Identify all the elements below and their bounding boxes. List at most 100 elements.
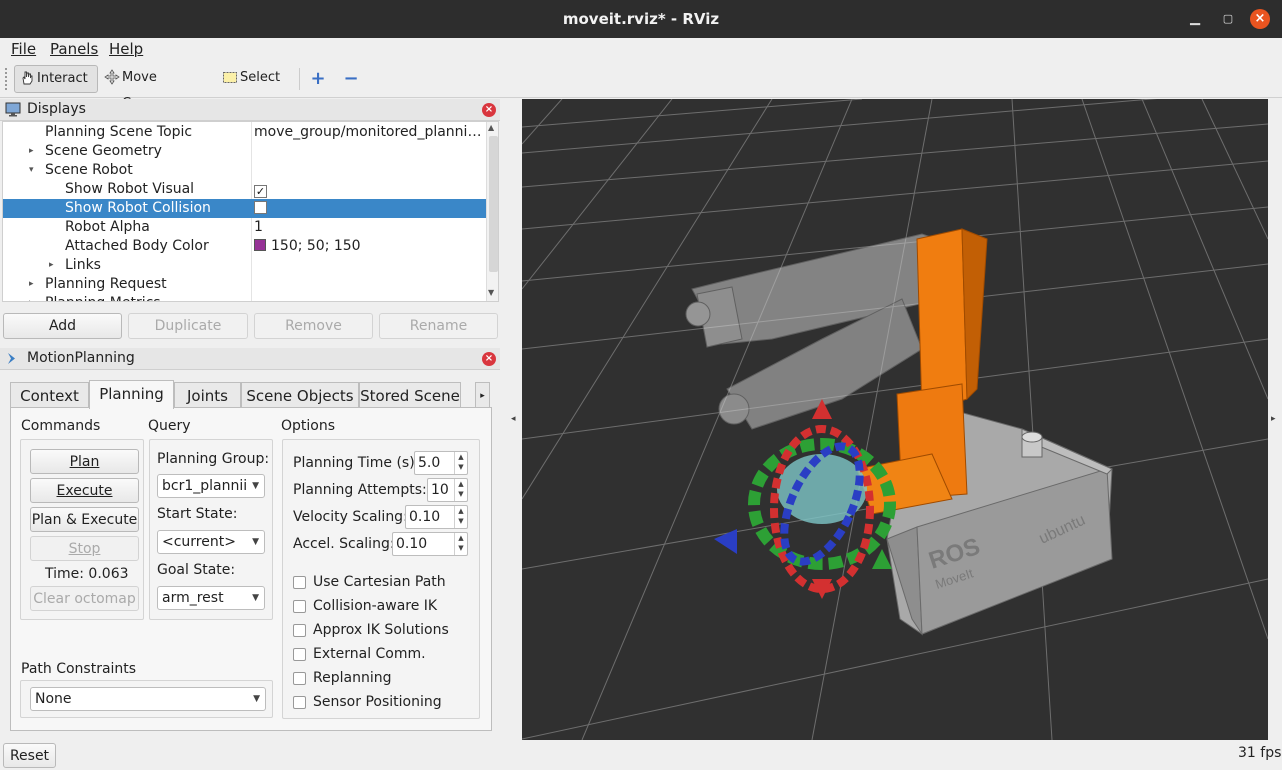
scroll-up-icon[interactable]: ▲	[488, 123, 494, 132]
tree-row-value[interactable]: 150; 50; 150	[254, 237, 361, 256]
tree-row-label: Planning Metrics	[45, 294, 161, 301]
rename-display-button[interactable]: Rename	[379, 313, 498, 339]
hand-pointer-icon	[22, 71, 33, 85]
tree-row-value[interactable]: 1	[254, 218, 263, 237]
spin-arrows-icon[interactable]: ▲ ▼	[454, 506, 467, 528]
accel-scaling-spinbox[interactable]: 0.10 ▲ ▼	[392, 532, 468, 556]
tree-row-label: Planning Request	[45, 276, 167, 292]
3d-scene[interactable]: ROS MoveIt ubuntu	[522, 99, 1268, 740]
checkbox-empty-icon[interactable]	[254, 201, 267, 214]
select-tool[interactable]: Select	[218, 65, 288, 93]
approx-ik-solutions-checkbox[interactable]: Approx IK Solutions	[293, 621, 449, 639]
show-robot-visual-checkbox[interactable]: ✓	[254, 180, 267, 199]
tree-row-label: Scene Geometry	[45, 143, 162, 159]
sensor-positioning-checkbox[interactable]: Sensor Positioning	[293, 693, 442, 711]
accel-scaling-label: Accel. Scaling:	[293, 536, 395, 552]
remove-display-button[interactable]: Remove	[254, 313, 373, 339]
collapse-right-icon[interactable]: ▸	[1271, 414, 1276, 424]
add-tool-icon[interactable]: +	[308, 70, 328, 90]
duplicate-display-button[interactable]: Duplicate	[128, 313, 248, 339]
clear-octomap-button[interactable]: Clear octomap	[30, 586, 139, 611]
scrollbar-thumb[interactable]	[489, 136, 498, 272]
tree-row-planning-metrics[interactable]: ▸ Planning Metrics	[3, 294, 486, 301]
tree-row-scene-robot[interactable]: ▾ Scene Robot	[3, 161, 486, 180]
external-comm-checkbox[interactable]: External Comm.	[293, 645, 426, 663]
reset-button[interactable]: Reset	[3, 743, 56, 768]
tree-row-label: Links	[65, 257, 101, 273]
query-heading: Query	[148, 418, 191, 434]
execute-button[interactable]: Execute	[30, 478, 139, 503]
path-constraints-label: Path Constraints	[21, 661, 137, 677]
start-state-select[interactable]: <current> ▼	[157, 530, 265, 554]
3d-viewport[interactable]: ROS MoveIt ubuntu	[522, 99, 1268, 740]
plan-execute-button[interactable]: Plan & Execute	[30, 507, 139, 532]
checkbox-label: External Comm.	[313, 646, 426, 662]
checkmark-icon[interactable]: ✓	[254, 185, 267, 198]
expand-arrow-icon[interactable]: ▸	[29, 142, 34, 161]
path-constraints-select[interactable]: None ▼	[30, 687, 266, 711]
remove-tool-icon[interactable]: −	[341, 70, 361, 90]
spin-arrows-icon[interactable]: ▲ ▼	[454, 479, 467, 501]
expand-arrow-icon[interactable]: ▸	[29, 275, 34, 294]
tree-row-links[interactable]: ▸ Links	[3, 256, 486, 275]
tab-scroll-right-icon[interactable]: ▸	[475, 382, 490, 408]
spin-arrows-icon[interactable]: ▲ ▼	[454, 533, 467, 555]
tab-context[interactable]: Context	[10, 382, 89, 408]
tree-row-planning-request[interactable]: ▸ Planning Request	[3, 275, 486, 294]
show-robot-collision-checkbox[interactable]	[254, 199, 267, 218]
spin-arrows-icon[interactable]: ▲ ▼	[454, 452, 467, 474]
displays-close-icon[interactable]: ×	[482, 103, 496, 117]
scroll-down-icon[interactable]: ▼	[488, 288, 494, 297]
tree-row-show-robot-collision[interactable]: Show Robot Collision	[3, 199, 486, 218]
planning-attempts-spinbox[interactable]: 10 ▲ ▼	[427, 478, 468, 502]
checkbox-icon[interactable]	[293, 576, 306, 589]
tab-scene-objects[interactable]: Scene Objects	[241, 382, 359, 408]
color-swatch[interactable]	[254, 239, 266, 251]
displays-panel-header: Displays ×	[0, 99, 500, 121]
collapse-left-icon[interactable]: ◂	[511, 414, 516, 424]
tree-row-robot-alpha[interactable]: Robot Alpha 1	[3, 218, 486, 237]
tree-row-planning-scene-topic[interactable]: Planning Scene Topic move_group/monitore…	[3, 123, 486, 142]
minimize-icon[interactable]: ▁	[1185, 9, 1205, 29]
toolbar-grip[interactable]	[5, 68, 9, 90]
plan-time-text: Time: 0.063	[45, 566, 129, 582]
checkbox-icon[interactable]	[293, 624, 306, 637]
tree-row-scene-geometry[interactable]: ▸ Scene Geometry	[3, 142, 486, 161]
checkbox-icon[interactable]	[293, 600, 306, 613]
planning-time-spinbox[interactable]: 5.0 ▲ ▼	[414, 451, 468, 475]
collision-aware-ik-checkbox[interactable]: Collision-aware IK	[293, 597, 437, 615]
tab-planning[interactable]: Planning	[89, 380, 174, 409]
collapse-arrow-icon[interactable]: ▾	[29, 161, 34, 180]
use-cartesian-path-checkbox[interactable]: Use Cartesian Path	[293, 573, 446, 591]
motion-planning-close-icon[interactable]: ×	[482, 352, 496, 366]
checkbox-icon[interactable]	[293, 648, 306, 661]
displays-scrollbar[interactable]: ▲ ▼	[486, 122, 498, 301]
expand-arrow-icon[interactable]: ▸	[29, 294, 34, 301]
menu-bar: File Panels Help	[0, 38, 1282, 60]
checkbox-icon[interactable]	[293, 696, 306, 709]
planning-group-select[interactable]: bcr1_plannii ▼	[157, 474, 265, 498]
maximize-icon[interactable]: ▢	[1218, 9, 1238, 29]
tab-stored-scene[interactable]: Stored Scene	[359, 382, 461, 408]
close-icon[interactable]: ×	[1250, 9, 1270, 29]
tree-row-label: Robot Alpha	[65, 219, 150, 235]
tree-row-value[interactable]: move_group/monitored_planni…	[254, 123, 481, 142]
select-box-icon	[223, 72, 237, 83]
expand-arrow-icon[interactable]: ▸	[49, 256, 54, 275]
tree-row-show-robot-visual[interactable]: Show Robot Visual ✓	[3, 180, 486, 199]
velocity-scaling-spinbox[interactable]: 0.10 ▲ ▼	[405, 505, 468, 529]
goal-state-select[interactable]: arm_rest ▼	[157, 586, 265, 610]
interact-tool[interactable]: Interact	[14, 65, 98, 93]
checkbox-icon[interactable]	[293, 672, 306, 685]
stop-button[interactable]: Stop	[30, 536, 139, 561]
tree-row-attached-body-color[interactable]: Attached Body Color 150; 50; 150	[3, 237, 486, 256]
plan-button[interactable]: Plan	[30, 449, 139, 474]
menu-help[interactable]: Help	[109, 40, 143, 58]
add-display-button[interactable]: Add	[3, 313, 122, 339]
menu-file[interactable]: File	[11, 40, 36, 58]
velocity-scaling-value: 0.10	[409, 509, 441, 525]
replanning-checkbox[interactable]: Replanning	[293, 669, 391, 687]
menu-panels[interactable]: Panels	[50, 40, 98, 58]
move-camera-tool[interactable]: Move Camera	[100, 65, 210, 111]
tab-joints[interactable]: Joints	[174, 382, 241, 408]
